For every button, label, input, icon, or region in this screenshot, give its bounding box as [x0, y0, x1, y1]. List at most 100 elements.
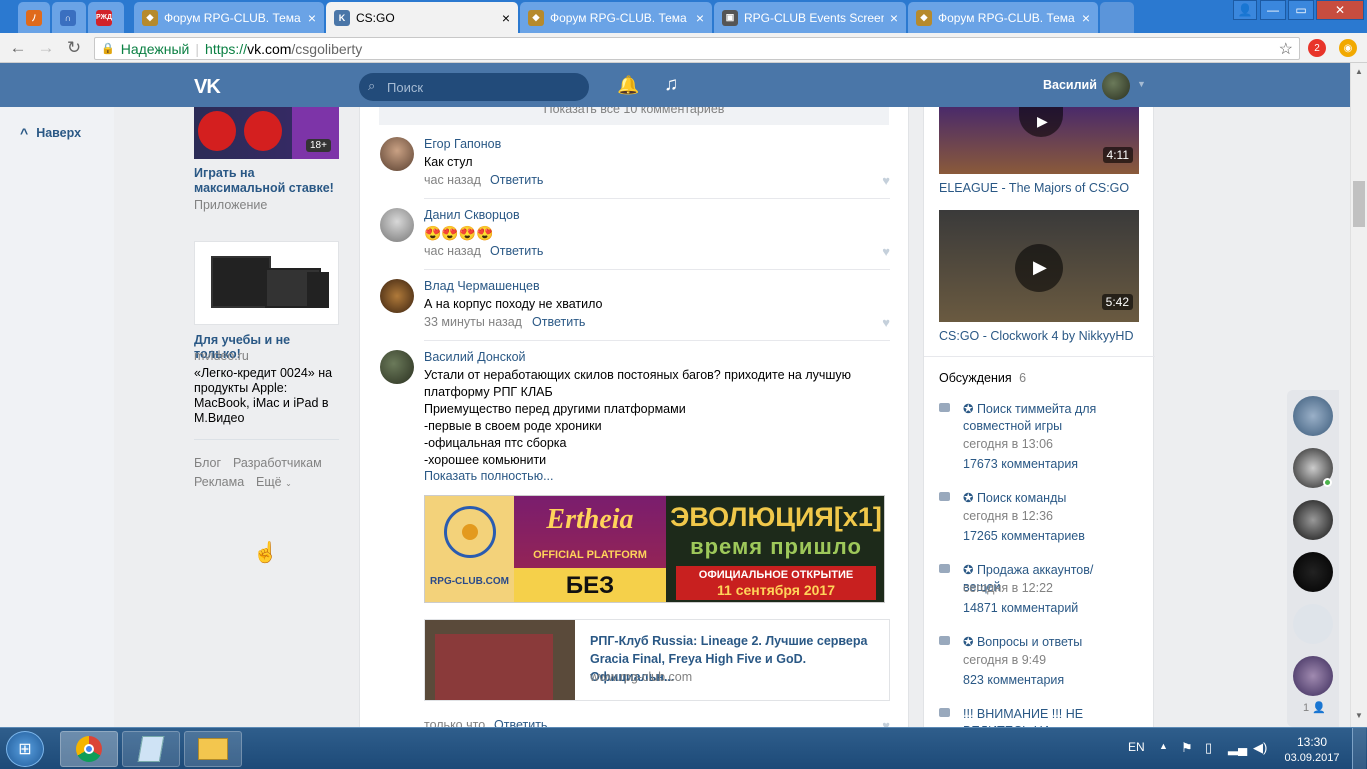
avatar[interactable]: [1102, 72, 1130, 100]
close-window-button[interactable]: ✕: [1316, 0, 1364, 20]
flag-icon[interactable]: ⚑: [1181, 740, 1193, 756]
start-button[interactable]: ⊞: [6, 731, 44, 767]
rpg-club-banner[interactable]: RPG-CLUB.COM Ertheia OFFICIAL PLATFORM Б…: [424, 495, 885, 603]
scroll-up-icon[interactable]: ▲: [1355, 67, 1363, 76]
heart-icon[interactable]: ♥: [882, 244, 890, 259]
ad-title[interactable]: Играть на максимальной ставке!: [194, 166, 339, 196]
tray-expand-icon[interactable]: ▲: [1159, 741, 1168, 751]
discussion-count[interactable]: 17265 комментариев: [963, 529, 1085, 543]
comment-author[interactable]: Влад Чермашенцев: [424, 279, 540, 293]
discussion-item[interactable]: ✪ Продажа аккаунтов/вещей сегодня в 12:2…: [939, 562, 1129, 626]
discussion-count[interactable]: 823 комментария: [963, 673, 1064, 687]
discussion-title[interactable]: !!! ВНИМАНИЕ !!! НЕ ВЕДИТЕСЬ НА СООБЩЕНИ…: [963, 706, 1129, 727]
maximize-button[interactable]: ▭: [1288, 0, 1314, 20]
friends-count[interactable]: 1 👤: [1303, 701, 1326, 714]
show-desktop-button[interactable]: [1352, 728, 1366, 769]
discussion-title[interactable]: ✪ Вопросы и ответы: [963, 634, 1129, 651]
tab-pinned-1[interactable]: ﾉ: [18, 2, 50, 33]
comment-author[interactable]: Василий Донской: [424, 350, 526, 364]
avatar[interactable]: [380, 137, 414, 171]
reply-link[interactable]: Ответить: [532, 315, 585, 329]
video-title[interactable]: CS:GO - Clockwork 4 by NikkyyHD: [939, 329, 1133, 343]
reply-link[interactable]: Ответить: [490, 244, 543, 258]
footer-blog-link[interactable]: Блог: [194, 456, 221, 470]
scrollbar-thumb[interactable]: [1353, 181, 1365, 227]
scroll-down-icon[interactable]: ▼: [1355, 711, 1363, 720]
comment-time[interactable]: только что: [424, 718, 485, 727]
link-snippet[interactable]: РПГ-Клуб Russia: Lineage 2. Лучшие серве…: [424, 619, 890, 701]
close-icon[interactable]: ×: [696, 11, 704, 25]
close-icon[interactable]: ×: [502, 11, 510, 25]
tab-rpg-forum-1[interactable]: ◆ Форум RPG-CLUB. Тема ×: [134, 2, 324, 33]
footer-more-link[interactable]: Ещё ⌄: [256, 475, 292, 489]
heart-icon[interactable]: ♥: [882, 173, 890, 188]
back-to-top-column[interactable]: ^ Наверх: [0, 107, 114, 727]
discussion-count[interactable]: 14871 комментарий: [963, 601, 1078, 615]
friend-avatar[interactable]: [1293, 656, 1333, 696]
omnibox[interactable]: 🔒 Надежный | https://vk.com/csgoliberty …: [94, 37, 1300, 60]
volume-icon[interactable]: ◀): [1253, 740, 1267, 756]
footer-dev-link[interactable]: Разработчикам: [233, 456, 322, 470]
network-icon[interactable]: ▂▄: [1228, 740, 1247, 756]
friend-avatar[interactable]: [1293, 396, 1333, 436]
explorer-taskbar-button[interactable]: [184, 731, 242, 767]
tab-pinned-2[interactable]: ∩: [52, 2, 86, 33]
discussion-title[interactable]: ✪ Поиск команды: [963, 490, 1129, 507]
new-tab-button[interactable]: [1100, 2, 1134, 33]
tab-csgo[interactable]: K CS:GO ×: [326, 2, 518, 33]
vk-logo[interactable]: VK: [194, 76, 221, 99]
star-icon[interactable]: ☆: [1279, 39, 1293, 59]
show-more-link[interactable]: Показать полностью...: [424, 469, 554, 483]
tab-rpg-events[interactable]: ▣ RPG-CLUB Events Screen ×: [714, 2, 906, 33]
music-icon[interactable]: ♫: [664, 74, 678, 96]
avatar[interactable]: [380, 208, 414, 242]
search-input[interactable]: ⌕ Поиск: [359, 73, 589, 101]
link-domain[interactable]: www.rpg-club.com: [590, 670, 692, 684]
ad-devices-image[interactable]: [194, 241, 339, 325]
tab-rpg-forum-3[interactable]: ◆ Форум RPG-CLUB. Тема ×: [908, 2, 1098, 33]
close-icon[interactable]: ×: [1082, 11, 1090, 25]
close-icon[interactable]: ×: [308, 11, 316, 25]
discussion-count[interactable]: 17673 комментария: [963, 457, 1078, 471]
back-to-top-link[interactable]: ^ Наверх: [20, 125, 81, 141]
chrome-taskbar-button[interactable]: [60, 731, 118, 767]
reply-link[interactable]: Ответить: [490, 173, 543, 187]
discussion-item[interactable]: ✪ Поиск команды сегодня в 12:36 17265 ко…: [939, 490, 1129, 554]
video-thumbnail[interactable]: ▶ 5:42: [939, 210, 1139, 322]
user-icon[interactable]: 👤: [1233, 0, 1257, 20]
discussion-item[interactable]: ✪ Поиск тиммейта для совместной игры сег…: [939, 401, 1129, 481]
notepad-taskbar-button[interactable]: [122, 731, 180, 767]
language-indicator[interactable]: EN: [1128, 740, 1145, 754]
tab-rpg-forum-2[interactable]: ◆ Форум RPG-CLUB. Тема ×: [520, 2, 712, 33]
comment-time[interactable]: 33 минуты назад: [424, 315, 522, 329]
heart-icon[interactable]: ♥: [882, 315, 890, 330]
comment-author[interactable]: Егор Гапонов: [424, 137, 501, 151]
comment-time[interactable]: час назад: [424, 244, 481, 258]
avatar[interactable]: [380, 350, 414, 384]
user-name[interactable]: Василий: [1043, 78, 1097, 92]
friend-avatar[interactable]: [1293, 604, 1333, 644]
comment-author[interactable]: Данил Скворцов: [424, 208, 520, 222]
reply-link[interactable]: Ответить: [494, 718, 547, 727]
footer-ads-link[interactable]: Реклама: [194, 475, 244, 489]
clock[interactable]: 13:30 03.09.2017: [1282, 734, 1342, 766]
video-title[interactable]: ELEAGUE - The Majors of CS:GO: [939, 181, 1129, 195]
minimize-button[interactable]: —: [1260, 0, 1286, 20]
reload-button[interactable]: ↻: [64, 38, 84, 58]
ad-slots-image[interactable]: 18+: [194, 107, 339, 159]
discussion-item[interactable]: !!! ВНИМАНИЕ !!! НЕ ВЕДИТЕСЬ НА СООБЩЕНИ…: [939, 706, 1129, 727]
comment-time[interactable]: час назад: [424, 173, 481, 187]
heart-icon[interactable]: ♥: [882, 718, 890, 727]
device-icon[interactable]: ▯: [1205, 740, 1212, 756]
vertical-scrollbar[interactable]: ▲ ▼: [1350, 63, 1367, 727]
close-icon[interactable]: ×: [890, 11, 898, 25]
sync-icon[interactable]: ◉: [1339, 39, 1357, 57]
forward-button[interactable]: →: [36, 38, 56, 58]
avatar[interactable]: [380, 279, 414, 313]
friend-avatar[interactable]: [1293, 552, 1333, 592]
discussion-item[interactable]: ✪ Вопросы и ответы сегодня в 9:49 823 ко…: [939, 634, 1129, 698]
bell-icon[interactable]: 🔔: [617, 75, 639, 96]
friend-avatar[interactable]: [1293, 500, 1333, 540]
back-button[interactable]: ←: [8, 38, 28, 58]
discussions-header[interactable]: Обсуждения 6: [939, 371, 1026, 385]
